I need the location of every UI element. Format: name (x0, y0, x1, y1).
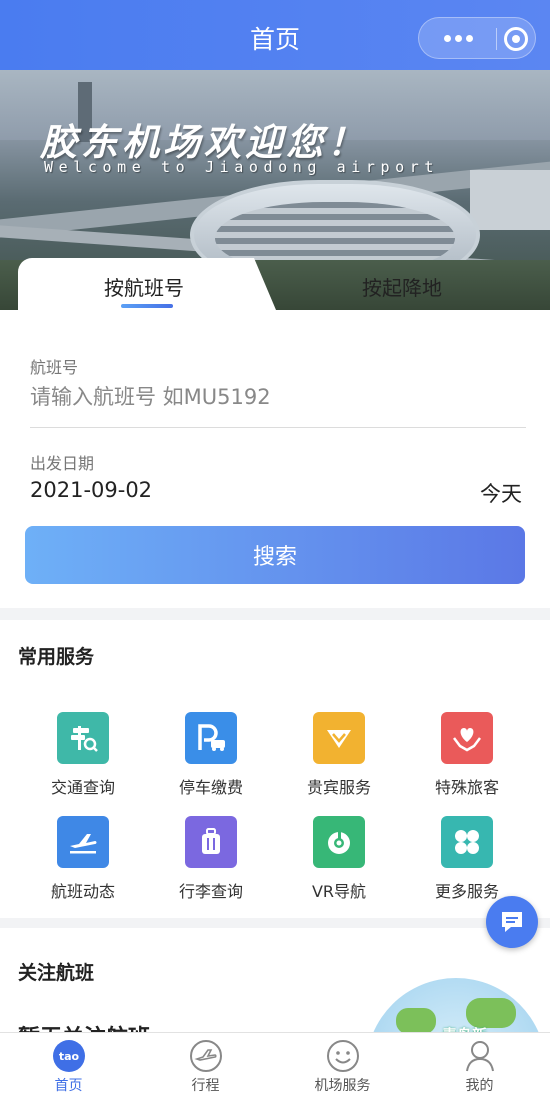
tabbar-label: 首页 (54, 1078, 83, 1094)
service-vip[interactable]: 贵宾服务 (279, 712, 399, 812)
departure-date-label: 出发日期 (30, 454, 95, 473)
tab-by-flight-number[interactable]: 按航班号 (18, 258, 276, 310)
service-label: 行李查询 (178, 882, 243, 901)
service-vr-navigation[interactable]: VR导航 (279, 816, 399, 916)
close-target-icon[interactable] (504, 27, 528, 51)
service-label: 交通查询 (50, 778, 115, 797)
svg-text:tao: tao (59, 1050, 80, 1063)
navigation-bar: 首页 (0, 0, 550, 70)
common-services-section: 常用服务 交通查询 停车缴费 贵宾服务 特殊旅客 航班动态 行李查询 VR导航 … (0, 620, 550, 918)
flight-number-input[interactable] (30, 380, 520, 414)
clover-grid-icon (441, 816, 493, 868)
section-title: 关注航班 (18, 962, 95, 984)
tabbar-label: 我的 (465, 1078, 494, 1094)
chat-bubble-icon (502, 912, 522, 932)
followed-flights-section: 关注航班 青岛新 暂无关注航班 (0, 928, 550, 1038)
airplane-icon (57, 816, 109, 868)
customer-service-chat-button[interactable] (486, 896, 538, 948)
service-label: 停车缴费 (178, 778, 243, 797)
service-parking-payment[interactable]: 停车缴费 (151, 712, 271, 812)
service-special-passengers[interactable]: 特殊旅客 (407, 712, 527, 812)
user-icon (466, 1041, 494, 1072)
tabbar-label: 机场服务 (314, 1078, 371, 1094)
vip-diamond-icon (313, 712, 365, 764)
flight-search-card: 航班号 出发日期 2021-09-02 今天 搜索 (0, 310, 550, 608)
section-title: 常用服务 (18, 646, 95, 668)
bottom-tab-bar: tao 首页 行程 机场服务 我的 (0, 1032, 550, 1096)
banner-subtitle: Welcome to Jiaodong airport (44, 158, 440, 176)
capsule-divider (496, 28, 497, 50)
tab-by-route[interactable]: 按起降地 (276, 266, 532, 310)
vr-compass-icon (313, 816, 365, 868)
service-label: 特殊旅客 (434, 778, 499, 797)
mini-program-capsule (418, 17, 536, 59)
heart-hands-icon (441, 712, 493, 764)
service-label: VR导航 (311, 882, 367, 901)
parking-icon (185, 712, 237, 764)
more-icon[interactable] (433, 26, 483, 50)
service-flight-status[interactable]: 航班动态 (23, 816, 143, 916)
tabbar-item-airport-services[interactable]: 机场服务 (274, 1033, 411, 1096)
tab-label: 按起降地 (362, 276, 442, 300)
search-tabs: 按航班号 按起降地 (0, 258, 550, 310)
tabbar-item-trip[interactable]: 行程 (137, 1033, 274, 1096)
tab-label: 按航班号 (104, 276, 184, 300)
luggage-icon (185, 816, 237, 868)
search-button[interactable]: 搜索 (25, 526, 525, 584)
divider (30, 427, 526, 428)
tabbar-label: 行程 (191, 1078, 220, 1094)
home-logo-icon: tao (53, 1040, 85, 1072)
service-label: 贵宾服务 (306, 778, 371, 797)
tabbar-item-home[interactable]: tao 首页 (0, 1033, 137, 1096)
tabbar-item-mine[interactable]: 我的 (411, 1033, 548, 1096)
smiley-icon (327, 1040, 359, 1072)
service-luggage-query[interactable]: 行李查询 (151, 816, 271, 916)
trip-plane-icon (190, 1040, 222, 1072)
flight-number-label: 航班号 (30, 358, 79, 377)
departure-date-picker[interactable]: 2021-09-02 (30, 478, 152, 502)
service-traffic-query[interactable]: 交通查询 (23, 712, 143, 812)
traffic-sign-icon (57, 712, 109, 764)
today-hint: 今天 (480, 482, 522, 506)
active-tab-indicator (121, 304, 173, 308)
service-label: 航班动态 (50, 882, 115, 901)
